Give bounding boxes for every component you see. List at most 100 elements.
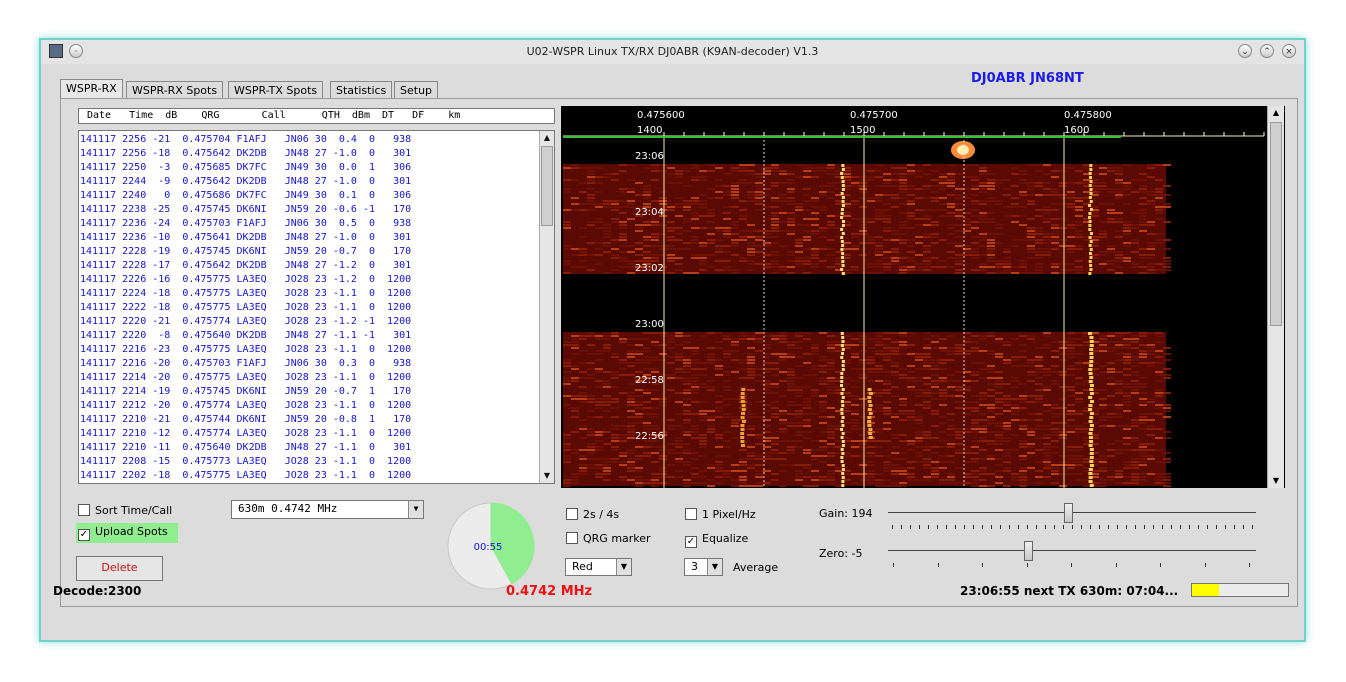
table-row[interactable]: 141117 2214 -20 0.475775 LA3EQ JO28 23 -… bbox=[80, 371, 411, 385]
noise-cell bbox=[1011, 476, 1019, 478]
table-row[interactable]: 141117 2224 -18 0.475775 LA3EQ JO28 23 -… bbox=[80, 287, 411, 301]
noise-cell bbox=[1059, 431, 1067, 433]
noise-cell bbox=[947, 395, 955, 397]
noise-cell bbox=[1123, 257, 1131, 259]
tab-statistics[interactable]: Statistics bbox=[330, 81, 393, 98]
mode-check-box[interactable] bbox=[566, 508, 578, 520]
wf-scroll-thumb[interactable] bbox=[1270, 122, 1282, 326]
noise-cell bbox=[979, 377, 987, 379]
noise-cell bbox=[851, 176, 859, 178]
pixel-checkbox[interactable]: 1 Pixel/Hz bbox=[685, 508, 756, 521]
maximize-icon[interactable]: ⌃ bbox=[1260, 44, 1274, 58]
noise-cell bbox=[763, 362, 771, 364]
table-row[interactable]: 141117 2250 -3 0.475685 DK7FC JN49 30 0.… bbox=[80, 161, 411, 175]
close-icon[interactable]: × bbox=[1282, 44, 1296, 58]
noise-cell bbox=[723, 476, 731, 478]
table-row[interactable]: 141117 2256 -21 0.475704 F1AFJ JN06 30 0… bbox=[80, 133, 411, 147]
tab-wspr-rx-spots[interactable]: WSPR-RX Spots bbox=[126, 81, 224, 98]
table-row[interactable]: 141117 2236 -10 0.475641 DK2DB JN48 27 -… bbox=[80, 231, 411, 245]
mode-checkbox[interactable]: 2s / 4s bbox=[566, 508, 619, 521]
average-chevron-down-icon[interactable]: ▼ bbox=[707, 559, 722, 575]
noise-cell bbox=[979, 467, 987, 469]
noise-cell bbox=[979, 215, 987, 217]
scroll-thumb[interactable] bbox=[541, 146, 553, 226]
table-row[interactable]: 141117 2222 -18 0.475775 LA3EQ JO28 23 -… bbox=[80, 301, 411, 315]
average-select[interactable]: 3 ▼ bbox=[684, 558, 723, 576]
clock-next-tx: 23:06:55 next TX 630m: 07:04... bbox=[960, 584, 1179, 598]
noise-cell bbox=[987, 173, 995, 175]
table-row[interactable]: 141117 2228 -19 0.475745 DK6NI JN59 20 -… bbox=[80, 245, 411, 259]
sort-check-box[interactable] bbox=[78, 504, 90, 516]
noise-cell bbox=[1147, 203, 1155, 205]
noise-cell bbox=[851, 338, 859, 340]
noise-cell bbox=[771, 335, 779, 337]
table-row[interactable]: 141117 2236 -24 0.475703 F1AFJ JN06 30 0… bbox=[80, 217, 411, 231]
upload-checkbox[interactable]: ✓ Upload Spots bbox=[76, 523, 178, 543]
noise-cell bbox=[835, 188, 843, 190]
table-row[interactable]: 141117 2256 -18 0.475642 DK2DB JN48 27 -… bbox=[80, 147, 411, 161]
table-row[interactable]: 141117 2244 -9 0.475642 DK2DB JN48 27 -1… bbox=[80, 175, 411, 189]
noise-cell bbox=[987, 188, 995, 190]
noise-cell bbox=[795, 239, 803, 241]
noise-cell bbox=[571, 365, 579, 367]
chevron-down-icon[interactable]: ▼ bbox=[408, 501, 423, 518]
wf-scroll-up-icon[interactable]: ▲ bbox=[1268, 106, 1284, 120]
noise-cell bbox=[1059, 185, 1067, 187]
upload-check-box[interactable]: ✓ bbox=[78, 529, 90, 541]
table-row[interactable]: 141117 2212 -20 0.475774 LA3EQ JO28 23 -… bbox=[80, 399, 411, 413]
table-row[interactable]: 141117 2240 0 0.475686 DK7FC JN49 30 0.1… bbox=[80, 189, 411, 203]
waterfall-display[interactable]: 0.475600 0.475700 0.475800 1400 1500 1600 23:0… bbox=[561, 106, 1285, 488]
noise-cell bbox=[915, 242, 923, 244]
zero-slider-track[interactable] bbox=[888, 550, 1256, 551]
noise-cell bbox=[1147, 221, 1155, 223]
noise-cell bbox=[907, 365, 915, 367]
signal-streak bbox=[1089, 484, 1094, 487]
spot-list[interactable]: 141117 2256 -21 0.475704 F1AFJ JN06 30 0… bbox=[78, 130, 555, 484]
scroll-down-icon[interactable]: ▼ bbox=[540, 469, 554, 483]
band-select[interactable]: 630m 0.4742 MHz ▼ bbox=[231, 500, 424, 519]
equalize-checkbox[interactable]: ✓ Equalize bbox=[685, 532, 748, 548]
signal-streak bbox=[840, 344, 844, 347]
tab-wspr-rx[interactable]: WSPR-RX bbox=[60, 79, 123, 99]
noise-cell bbox=[1131, 467, 1139, 469]
noise-cell bbox=[819, 185, 827, 187]
table-row[interactable]: 141117 2210 -21 0.475744 DK6NI JN59 20 -… bbox=[80, 413, 411, 427]
tab-setup[interactable]: Setup bbox=[394, 81, 439, 98]
table-row[interactable]: 141117 2220 -21 0.475774 LA3EQ JO28 23 -… bbox=[80, 315, 411, 329]
qrg-checkbox[interactable]: QRG marker bbox=[566, 532, 651, 545]
zero-slider-handle[interactable] bbox=[1023, 541, 1033, 561]
table-row[interactable]: 141117 2216 -23 0.475775 LA3EQ JO28 23 -… bbox=[80, 343, 411, 357]
color-chevron-down-icon[interactable]: ▼ bbox=[616, 559, 631, 575]
minimize-icon[interactable]: ⌄ bbox=[1238, 44, 1252, 58]
table-row[interactable]: 141117 2214 -19 0.475745 DK6NI JN59 20 -… bbox=[80, 385, 411, 399]
table-row[interactable]: 141117 2238 -25 0.475745 DK6NI JN59 20 -… bbox=[80, 203, 411, 217]
pixel-check-box[interactable] bbox=[685, 508, 697, 520]
spot-list-scrollbar[interactable]: ▲ ▼ bbox=[539, 131, 554, 483]
noise-cell bbox=[675, 368, 683, 370]
table-row[interactable]: 141117 2208 -15 0.475773 LA3EQ JO28 23 -… bbox=[80, 455, 411, 469]
noise-cell bbox=[907, 449, 915, 451]
wf-scroll-down-icon[interactable]: ▼ bbox=[1268, 474, 1284, 488]
noise-cell bbox=[1139, 218, 1147, 220]
equalize-check-box[interactable]: ✓ bbox=[685, 536, 697, 548]
table-row[interactable]: 141117 2226 -16 0.475775 LA3EQ JO28 23 -… bbox=[80, 273, 411, 287]
table-row[interactable]: 141117 2202 -18 0.475775 LA3EQ JO28 23 -… bbox=[80, 469, 411, 483]
waterfall-scrollbar[interactable]: ▲ ▼ bbox=[1267, 106, 1284, 488]
noise-cell bbox=[795, 356, 803, 358]
scroll-up-icon[interactable]: ▲ bbox=[540, 131, 554, 145]
table-row[interactable]: 141117 2220 -8 0.475640 DK2DB JN48 27 -1… bbox=[80, 329, 411, 343]
table-row[interactable]: 141117 2210 -11 0.475640 DK2DB JN48 27 -… bbox=[80, 441, 411, 455]
noise-cell bbox=[803, 386, 811, 388]
table-row[interactable]: 141117 2228 -17 0.475642 DK2DB JN48 27 -… bbox=[80, 259, 411, 273]
table-row[interactable]: 141117 2210 -12 0.475774 LA3EQ JO28 23 -… bbox=[80, 427, 411, 441]
tab-wspr-tx-spots[interactable]: WSPR-TX Spots bbox=[228, 81, 324, 98]
table-row[interactable]: 141117 2216 -20 0.475703 F1AFJ JN06 30 0… bbox=[80, 357, 411, 371]
noise-cell bbox=[883, 407, 891, 409]
sort-checkbox[interactable]: Sort Time/Call bbox=[78, 504, 172, 517]
delete-button[interactable]: Delete bbox=[76, 556, 163, 581]
gain-slider-handle[interactable] bbox=[1064, 503, 1074, 523]
qrg-check-box[interactable] bbox=[566, 532, 578, 544]
noise-cell bbox=[1067, 332, 1075, 334]
color-select[interactable]: Red ▼ bbox=[565, 558, 632, 576]
noise-cell bbox=[1123, 374, 1131, 376]
